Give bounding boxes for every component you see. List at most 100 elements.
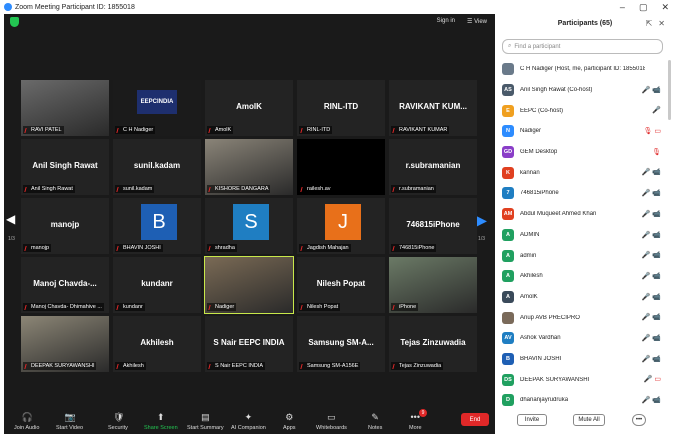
participant-search-input[interactable]: ⌕ Find a participant [502, 39, 663, 54]
sign-in-link[interactable]: Sign in [437, 18, 455, 24]
video-tile[interactable]: railesh.av [297, 139, 385, 195]
close-panel-icon[interactable]: ✕ [658, 19, 665, 28]
toolbar-start-summary-button[interactable]: ▤ Start Summary [187, 413, 224, 432]
video-tile[interactable]: DEEPAK SURYAWANSHI [21, 316, 109, 372]
participant-label-text: Akhilesh [123, 363, 144, 369]
participant-row[interactable]: AV Ashok Vardhan 🎤 📹 [502, 328, 663, 349]
video-tile[interactable]: Akhilesh Akhilesh [113, 316, 201, 372]
participant-list-scrollbar[interactable] [668, 60, 671, 120]
participant-row[interactable]: AS Anil Singh Rawat (Co-host) 🎤 📹 [502, 80, 663, 101]
participant-row[interactable]: Kkannan 🎤 📹 [502, 162, 663, 183]
participant-row[interactable]: Anup AVB PRECIPRO 🎤 📹 [502, 307, 663, 328]
video-tile[interactable]: kundanr kundanr [113, 257, 201, 313]
encryption-shield-icon[interactable] [10, 17, 19, 27]
more-options-button[interactable]: ••• [632, 414, 646, 426]
toolbar-ai-companion-button[interactable]: ✦ AI Companion [231, 413, 266, 432]
mute-all-button[interactable]: Mute All [573, 414, 605, 426]
participant-name: ADMIN [520, 231, 540, 238]
search-placeholder: Find a participant [514, 43, 561, 50]
video-tile[interactable]: S Nair EEPC INDIA S Nair EEPC INDIA [205, 316, 293, 372]
video-tile[interactable]: AmolK AmolK [205, 80, 293, 136]
video-tile[interactable]: Samsung SM-A... Samsung SM-A156E [297, 316, 385, 372]
video-tile[interactable]: Tejas Zinzuwadia Tejas Zinzuwadia [389, 316, 477, 372]
title-bar: Zoom Meeting Participant ID: 1855018 – ▢… [0, 0, 675, 14]
video-tile[interactable]: 746815iPhone 746815iPhone [389, 198, 477, 254]
participant-row[interactable]: A ADMIN 🎤 📹 [502, 225, 663, 246]
security-icon: 🛡 [112, 412, 125, 422]
toolbar-share-screen-button[interactable]: ⬆ Share Screen [144, 413, 178, 432]
invite-button[interactable]: Invite [517, 414, 547, 426]
muted-mic-icon [300, 304, 306, 310]
minimize-button[interactable]: – [620, 2, 625, 12]
video-tile[interactable]: J Jagdish Mahajan [297, 198, 385, 254]
page-indicator-left: 1/3 [8, 236, 15, 242]
toolbar-join-audio-button[interactable]: 🎧 Join Audio [14, 413, 39, 432]
participant-avatar: J [325, 204, 361, 240]
muted-mic-icon [208, 186, 214, 192]
participant-avatar: E [502, 104, 514, 117]
video-tile[interactable]: manojp manojp [21, 198, 109, 254]
video-tile[interactable]: Nadiger [204, 256, 294, 314]
toolbar-apps-button[interactable]: ⚙ Apps [283, 413, 296, 432]
end-meeting-button[interactable]: End [461, 413, 489, 426]
participant-row[interactable]: 7 746815iPhone 🎤 📹 [502, 183, 663, 204]
toolbar-whiteboards-button[interactable]: ▭ Whiteboards [316, 413, 347, 432]
participant-label-text: iPhone [399, 304, 417, 310]
video-tile[interactable]: iPhone [389, 257, 477, 313]
video-tile[interactable]: EEPCINDIA C H Nadiger [113, 80, 201, 136]
participant-row[interactable]: Ddhananjayrudruka 🎤 📹 [502, 390, 663, 411]
video-tile[interactable]: RAVIKANT KUM... RAVIKANT KUMAR [389, 80, 477, 136]
video-tile[interactable]: sunil.kadam sunil.kadam [113, 139, 201, 195]
toolbar-item-label: Share Screen [144, 425, 178, 431]
toolbar-security-button[interactable]: 🛡 Security [108, 412, 128, 432]
video-tile[interactable]: RAVI PATEL [21, 80, 109, 136]
participant-avatar: A [502, 249, 514, 262]
participant-name-label: railesh.av [299, 185, 333, 193]
participant-row[interactable]: A Akhilesh 🎤 📹 [502, 266, 663, 287]
participant-label-text: sunil.kadam [123, 186, 153, 192]
video-tile[interactable]: Sshradha [205, 198, 293, 254]
panel-header-icons: ⇱ ✕ [646, 19, 665, 28]
video-tile[interactable]: Nilesh Popat Nilesh Popat [297, 257, 385, 313]
zoom-logo-icon [4, 3, 12, 11]
close-button[interactable]: ✕ [661, 2, 669, 13]
participant-row[interactable]: E EEPC (Co-host) 🎤 [502, 100, 663, 121]
toolbar-more-button[interactable]: ••• More 9 [409, 409, 427, 431]
participant-name-label: DEEPAK SURYAWANSHI [23, 362, 97, 370]
toolbar-item-label: Apps [283, 425, 296, 431]
video-tile[interactable]: r.subramanian r.subramanian [389, 139, 477, 195]
search-icon: ⌕ [508, 43, 512, 49]
participant-row[interactable]: C H Nadiger (Host, me, participant ID: 1… [502, 59, 663, 80]
video-tile[interactable]: KISHORE DANGARA [205, 139, 293, 195]
previous-page-arrow-icon[interactable]: ◀ [6, 212, 15, 226]
video-grid: RAVI PATEL EEPCINDIA C H Nadiger AmolK AmolK… [21, 80, 478, 375]
participant-status-icons: 🎤 📹 [641, 355, 661, 363]
participant-label-text: 746815iPhone [399, 245, 435, 251]
participant-row[interactable]: AM Abdul Muqueet Ahmed Khan 🎤 📹 [502, 204, 663, 225]
video-tile[interactable]: RINL-ITD RINL-ITD [297, 80, 385, 136]
participant-row[interactable]: Aadmin 🎤 📹 [502, 245, 663, 266]
view-button[interactable]: ☰ View [467, 18, 487, 25]
participant-label-text: RAVI PATEL [31, 127, 62, 133]
participant-avatar: A [502, 290, 514, 303]
maximize-button[interactable]: ▢ [639, 2, 648, 13]
participant-avatar: AM [502, 208, 514, 221]
toolbar-notes-button[interactable]: ✎ Notes [368, 413, 382, 432]
participant-row[interactable]: GD GEM Desktop 🎙 [502, 142, 663, 163]
popout-icon[interactable]: ⇱ [646, 19, 653, 28]
video-tile[interactable]: B BHAVIN JOSHI [113, 198, 201, 254]
video-tile[interactable]: Manoj Chavda-... Manoj Chavda- Dhimahive … [21, 257, 109, 313]
video-tile[interactable]: Anil Singh Rawat Anil Singh Rawat [21, 139, 109, 195]
participant-status-icons: 🎤 📹 [641, 210, 661, 218]
participant-row[interactable]: A AmolK 🎤 📹 [502, 287, 663, 308]
participant-name-label: Jagdish Mahajan [299, 244, 351, 252]
participant-row[interactable]: DS DEEPAK SURYAWANSHI 🎤 ▭ [502, 369, 663, 390]
participant-name-label: Anil Singh Rawat [23, 185, 75, 193]
participant-label-text: railesh.av [307, 186, 331, 192]
toolbar-start-video-button[interactable]: 📷 Start Video [56, 413, 83, 432]
participant-name-label: shradha [207, 244, 237, 252]
participant-row[interactable]: N Nadiger 🎙 ▭ [502, 121, 663, 142]
participant-row[interactable]: B BHAVIN JOSHI 🎤 📹 [502, 349, 663, 370]
participant-name: 746815iPhone [520, 190, 559, 197]
muted-mic-icon [116, 186, 122, 192]
